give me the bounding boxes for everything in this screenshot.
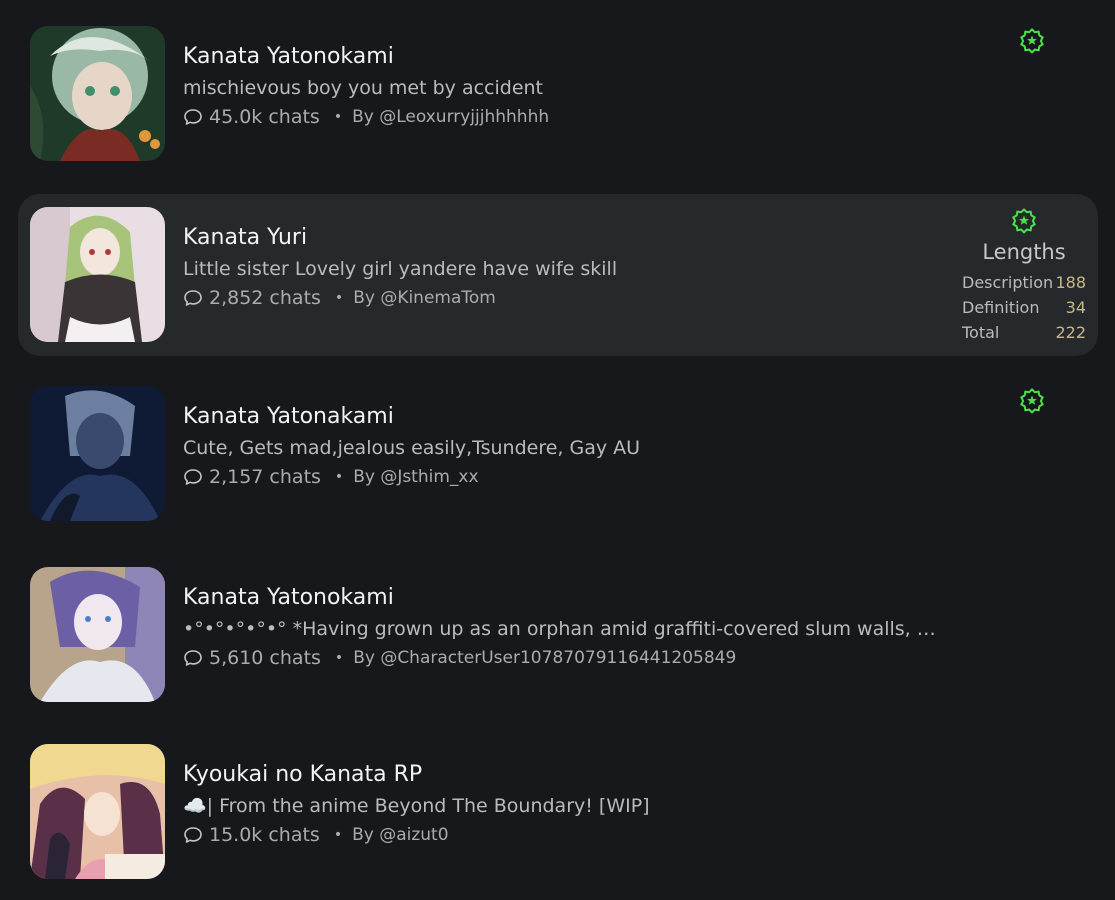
- author-link[interactable]: By @aizut0: [352, 825, 448, 845]
- separator-dot: •: [334, 290, 344, 306]
- character-info: Kanata Yatonakami Cute, Gets mad,jealous…: [183, 403, 938, 489]
- star-badge-icon: [1012, 208, 1036, 234]
- character-card[interactable]: Kanata Yuri Little sister Lovely girl ya…: [18, 194, 1098, 356]
- character-list: Kanata Yatonokami mischievous boy you me…: [0, 0, 1115, 900]
- lengths-value: 222: [1055, 323, 1086, 342]
- character-tagline: Little sister Lovely girl yandere have w…: [183, 258, 618, 280]
- character-avatar[interactable]: [30, 386, 165, 521]
- character-info: Kanata Yatonokami mischievous boy you me…: [183, 43, 938, 129]
- character-name[interactable]: Kyoukai no Kanata RP: [183, 761, 938, 789]
- character-avatar[interactable]: [30, 26, 165, 161]
- chat-count: 2,852 chats: [209, 287, 321, 309]
- speech-bubble-icon: [184, 650, 202, 666]
- lengths-title: Lengths: [982, 240, 1066, 264]
- speech-bubble-icon: [184, 290, 202, 306]
- speech-bubble-icon: [184, 109, 202, 125]
- star-badge-icon: [1020, 388, 1044, 414]
- character-tagline: ☁️| From the anime Beyond The Boundary! …: [183, 795, 650, 817]
- chat-count: 2,157 chats: [209, 466, 321, 488]
- character-card[interactable]: Kanata Yatonokami •°•°•°•°•° *Having gro…: [18, 554, 1098, 716]
- speech-bubble-icon: [184, 469, 202, 485]
- author-link[interactable]: By @KinemaTom: [353, 288, 496, 308]
- character-name[interactable]: Kanata Yatonokami: [183, 43, 938, 71]
- star-badge-icon: [1020, 28, 1044, 54]
- chat-count: 5,610 chats: [209, 647, 321, 669]
- separator-dot: •: [334, 469, 344, 485]
- lengths-panel: Lengths Description 188 Definition 34 To…: [962, 240, 1086, 345]
- character-avatar[interactable]: [30, 207, 165, 342]
- lengths-label: Total: [962, 323, 1000, 342]
- character-meta: 5,610 chats • By @CharacterUser107870791…: [183, 646, 938, 670]
- author-link[interactable]: By @Jsthim_xx: [353, 467, 478, 487]
- separator-dot: •: [334, 650, 344, 666]
- separator-dot: •: [333, 827, 343, 843]
- character-card[interactable]: Kanata Yatonakami Cute, Gets mad,jealous…: [18, 373, 1098, 535]
- lengths-value: 188: [1055, 273, 1086, 292]
- character-info: Kanata Yatonokami •°•°•°•°•° *Having gro…: [183, 584, 938, 670]
- chat-count: 45.0k chats: [209, 106, 320, 128]
- character-meta: 2,157 chats • By @Jsthim_xx: [183, 465, 938, 489]
- author-link[interactable]: By @CharacterUser107870791164412058​49: [353, 648, 736, 668]
- character-avatar[interactable]: [30, 744, 165, 879]
- character-tagline: mischievous boy you met by accident: [183, 77, 543, 99]
- lengths-value: 34: [1065, 298, 1086, 317]
- character-avatar[interactable]: [30, 567, 165, 702]
- lengths-label: Definition: [962, 298, 1040, 317]
- character-card[interactable]: Kanata Yatonokami mischievous boy you me…: [18, 13, 1098, 175]
- separator-dot: •: [333, 109, 343, 125]
- character-meta: 45.0k chats • By @Leoxurryjjjhhhhhh: [183, 105, 938, 129]
- speech-bubble-icon: [184, 827, 202, 843]
- character-info: Kanata Yuri Little sister Lovely girl ya…: [183, 224, 938, 310]
- lengths-row-definition: Definition 34: [962, 295, 1086, 320]
- character-tagline: Cute, Gets mad,jealous easily,Tsundere, …: [183, 437, 641, 459]
- lengths-row-description: Description 188: [962, 270, 1086, 295]
- character-tagline: •°•°•°•°•° *Having grown up as an orphan…: [183, 618, 938, 640]
- character-info: Kyoukai no Kanata RP ☁️| From the anime …: [183, 761, 938, 847]
- lengths-row-total: Total 222: [962, 320, 1086, 345]
- character-name[interactable]: Kanata Yuri: [183, 224, 938, 252]
- lengths-label: Description: [962, 273, 1054, 292]
- character-name[interactable]: Kanata Yatonakami: [183, 403, 938, 431]
- author-link[interactable]: By @Leoxurryjjjhhhhhh: [352, 107, 549, 127]
- character-name[interactable]: Kanata Yatonokami: [183, 584, 938, 612]
- character-meta: 2,852 chats • By @KinemaTom: [183, 286, 938, 310]
- character-card[interactable]: Kyoukai no Kanata RP ☁️| From the anime …: [18, 731, 1098, 893]
- character-meta: 15.0k chats • By @aizut0: [183, 823, 938, 847]
- chat-count: 15.0k chats: [209, 824, 320, 846]
